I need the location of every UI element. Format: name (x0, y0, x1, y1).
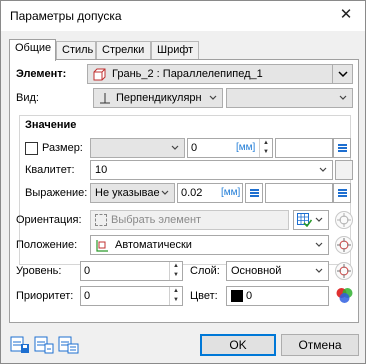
element-dropdown-button[interactable] (332, 64, 352, 84)
orientation-tool-button[interactable] (293, 210, 329, 230)
orientation-placeholder: Выбрать элемент (111, 214, 202, 226)
template-manage-icon[interactable] (57, 333, 79, 355)
size-extra-field[interactable] (275, 138, 333, 158)
position-label: Положение: (16, 239, 78, 251)
chevron-down-icon (314, 266, 324, 276)
layer-label: Слой: (190, 265, 220, 277)
list-icon (338, 189, 347, 197)
quality-value: 10 (95, 164, 108, 176)
size-checkbox[interactable] (25, 142, 38, 155)
position-target-button[interactable] (335, 236, 353, 254)
position-value: Автоматически (115, 239, 192, 251)
chevron-down-icon (314, 240, 324, 250)
perpendicular-icon (99, 92, 111, 104)
size-number: 0 (191, 142, 198, 154)
expression-menu-button[interactable] (245, 183, 263, 203)
view-second-select[interactable] (226, 88, 353, 108)
tab-panel-general: Элемент: Грань_2 : Параллелепипед_1 Вид:… (9, 59, 359, 323)
expression-value: Не указывае (95, 187, 160, 199)
target-icon (337, 238, 351, 252)
dialog-title: Параметры допуска (10, 9, 122, 23)
list-icon (338, 144, 347, 152)
orientation-select[interactable]: Выбрать элемент (90, 210, 289, 230)
position-auto-icon (96, 239, 109, 252)
color-field[interactable]: 0 (226, 286, 329, 306)
tab-general[interactable]: Общие (9, 39, 56, 61)
priority-field[interactable]: 0 ▲ ▼ (80, 286, 183, 306)
table-check-icon (297, 213, 313, 228)
target-icon (337, 264, 351, 278)
value-group-title: Значение (25, 119, 77, 131)
orientation-target-button[interactable] (335, 211, 353, 229)
size-menu-button[interactable] (333, 138, 351, 158)
color-value: 0 (246, 290, 253, 302)
position-select[interactable]: Автоматически (90, 235, 329, 255)
cancel-button[interactable]: Отмена (281, 334, 359, 356)
priority-spinner[interactable]: ▲ ▼ (169, 287, 182, 305)
view-value: Перпендикулярн (116, 92, 202, 104)
target-icon (337, 213, 351, 227)
dialog-window: Параметры допуска ✕ Общие Стиль Стрелки … (0, 0, 366, 364)
chevron-down-icon (170, 143, 180, 153)
expression-select[interactable]: Не указывае (90, 183, 175, 203)
orientation-label: Ориентация: (16, 214, 82, 226)
chevron-down-icon (208, 93, 218, 103)
level-value: 0 (84, 265, 91, 277)
quality-label: Квалитет: (25, 164, 75, 176)
list-icon (250, 189, 259, 197)
view-select[interactable]: Перпендикулярн (93, 88, 223, 108)
chevron-down-icon (338, 71, 348, 78)
size-spinner[interactable]: ▲ ▼ (259, 139, 272, 157)
tab-font[interactable]: Шрифт (151, 41, 199, 60)
element-select[interactable]: Грань_2 : Параллелепипед_1 (87, 64, 353, 84)
chevron-down-icon (314, 215, 324, 225)
layer-select[interactable]: Основной (226, 261, 329, 281)
view-label: Вид: (16, 92, 39, 104)
chevron-down-icon (338, 93, 348, 103)
select-element-icon (95, 214, 107, 226)
element-label: Элемент: (16, 68, 67, 80)
expression-label: Выражение: (25, 187, 88, 199)
level-field[interactable]: 0 ▲ ▼ (80, 261, 183, 281)
color-swatch (231, 290, 243, 302)
expression-extra-menu-button[interactable] (333, 183, 351, 203)
expression-extra-field[interactable] (265, 183, 333, 203)
chevron-down-icon (160, 188, 170, 198)
layer-target-button[interactable] (335, 262, 353, 280)
ok-button[interactable]: OK (200, 334, 276, 356)
priority-label: Приоритет: (16, 290, 74, 302)
size-select[interactable] (90, 138, 185, 158)
quality-button[interactable] (335, 160, 353, 180)
expression-number-field[interactable]: 0.02 [мм] (177, 183, 243, 203)
template-save-icon[interactable] (9, 333, 31, 355)
priority-value: 0 (84, 290, 91, 302)
color-palette-icon[interactable] (335, 286, 354, 305)
template-load-icon[interactable] (33, 333, 55, 355)
box-icon (93, 68, 106, 81)
chevron-down-icon (318, 165, 328, 175)
title-bar: Параметры допуска ✕ (1, 1, 365, 31)
quality-select[interactable]: 10 (90, 160, 333, 180)
level-spinner[interactable]: ▲ ▼ (169, 262, 182, 280)
size-label: Размер: (42, 142, 83, 154)
level-label: Уровень: (16, 265, 62, 277)
tab-arrows[interactable]: Стрелки (96, 41, 151, 60)
element-value: Грань_2 : Параллелепипед_1 (112, 68, 263, 80)
layer-value: Основной (231, 265, 282, 277)
size-number-field[interactable]: 0 [мм] ▲ ▼ (187, 138, 273, 158)
size-unit: [мм] (236, 142, 256, 153)
expression-number: 0.02 (181, 187, 203, 199)
close-icon[interactable]: ✕ (335, 4, 357, 26)
expression-unit: [мм] (221, 187, 241, 198)
tab-style[interactable]: Стиль (56, 41, 96, 60)
color-label: Цвет: (190, 290, 218, 302)
